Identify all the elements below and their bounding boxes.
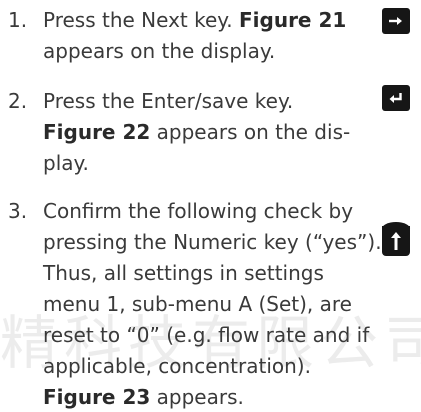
arrow-right-icon: [389, 17, 402, 25]
step-line: pressing the Numeric key (“yes”).: [43, 227, 382, 257]
step-line: Thus, all settings in settings: [43, 258, 324, 288]
enter-icon: [389, 93, 402, 103]
figure-reference: Figure 21: [239, 8, 347, 32]
step-text: appears on the dis-: [150, 120, 351, 144]
step-text: play.: [43, 151, 89, 175]
step-line: applicable, concentration).: [43, 351, 311, 381]
step-line: Figure 23 appears.: [43, 382, 244, 412]
step-line: reset to “0” (e.g. flow rate and if: [43, 320, 369, 350]
step-text: applicable, concentration).: [43, 354, 311, 378]
step-text: pressing the Numeric key (“yes”).: [43, 230, 382, 254]
step-number: 3.: [8, 199, 28, 223]
step-line: play.: [43, 148, 89, 178]
figure-reference: Figure 22: [43, 120, 151, 144]
step-number: 2.: [8, 89, 28, 113]
step-line: Press the Next key. Figure 21: [43, 5, 346, 35]
step-text: reset to “0” (e.g. flow rate and if: [43, 323, 370, 347]
next-key-icon: [382, 8, 410, 34]
numeric-key-icon: [382, 222, 410, 256]
arrow-up-icon: [391, 232, 401, 250]
step-text: Thus, all settings in settings: [43, 261, 324, 285]
figure-reference: Figure 23: [43, 385, 151, 409]
step-line: Confirm the following check by: [43, 196, 353, 226]
step-line: Press the Enter/save key.: [43, 86, 293, 116]
enter-key-icon: [382, 85, 410, 111]
step-line: menu 1, sub-menu A (Set), are: [43, 289, 352, 319]
step-line: appears on the display.: [43, 36, 275, 66]
step-text: Press the Next key.: [43, 8, 239, 32]
step-line: Figure 22 appears on the dis-: [43, 117, 350, 147]
step-text: appears on the display.: [43, 39, 276, 63]
step-number: 1.: [8, 8, 28, 32]
step-text: appears.: [150, 385, 244, 409]
step-text: Press the Enter/save key.: [43, 89, 294, 113]
step-text: menu 1, sub-menu A (Set), are: [43, 292, 352, 316]
step-text: Confirm the following check by: [43, 199, 354, 223]
